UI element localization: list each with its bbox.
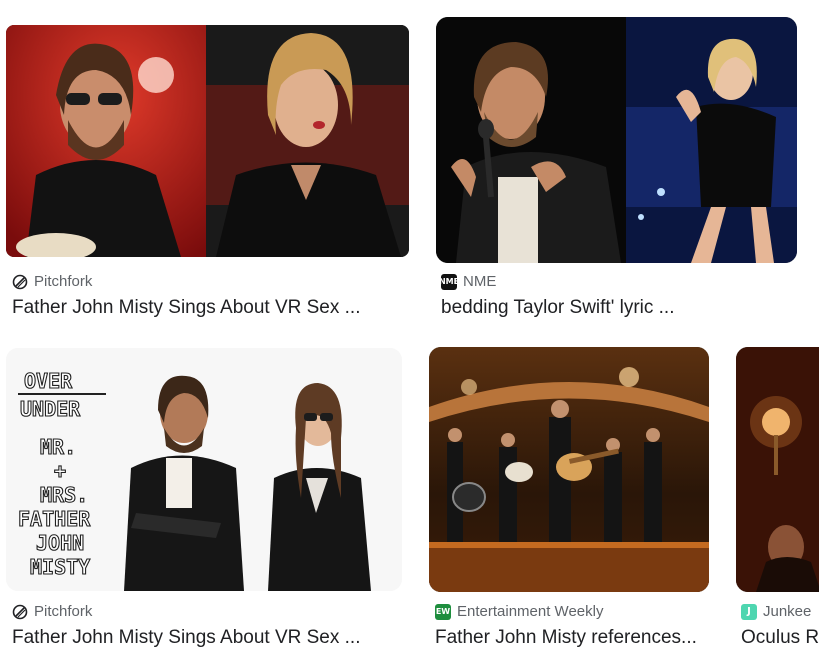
- result-title[interactable]: bedding Taylor Swift' lyric ...: [441, 297, 801, 319]
- result-card[interactable]: Pitchfork Father John Misty Sings About …: [0, 0, 420, 330]
- result-thumbnail[interactable]: [436, 17, 797, 263]
- thumb-text: +: [54, 459, 66, 483]
- thumbnail-image: [6, 25, 409, 257]
- thumb-text: FATHER: [18, 507, 91, 531]
- result-title[interactable]: Father John Misty Sings About VR Sex ...: [12, 297, 412, 319]
- result-thumbnail[interactable]: OVER UNDER MR. + MRS. FATHER JOHN MISTY: [6, 348, 402, 591]
- result-title[interactable]: Father John Misty references...: [435, 627, 710, 649]
- result-source: Pitchfork: [12, 603, 92, 620]
- thumbnail-image: [429, 347, 709, 592]
- thumbnail-image: [436, 17, 797, 263]
- result-title[interactable]: Oculus R: [741, 627, 819, 649]
- nme-icon: NME: [439, 273, 459, 290]
- result-card[interactable]: EW Entertainment Weekly Father John Mist…: [425, 340, 720, 667]
- result-source: NME NME: [439, 273, 497, 290]
- result-source: Pitchfork: [12, 273, 92, 290]
- pitchfork-icon: [12, 604, 28, 620]
- result-thumbnail[interactable]: [6, 25, 409, 257]
- thumb-text: MRS.: [40, 483, 88, 507]
- source-label: Pitchfork: [34, 273, 93, 290]
- result-card[interactable]: NME NME bedding Taylor Swift' lyric ...: [430, 0, 810, 330]
- result-card[interactable]: J Junkee Oculus R: [730, 340, 819, 667]
- thumb-text: OVER: [24, 369, 73, 393]
- result-card[interactable]: OVER UNDER MR. + MRS. FATHER JOHN MISTY: [0, 340, 420, 667]
- result-thumbnail[interactable]: [736, 347, 819, 592]
- pitchfork-icon: [12, 274, 28, 290]
- result-source: EW Entertainment Weekly: [435, 603, 603, 620]
- result-source: J Junkee: [741, 603, 811, 620]
- junkee-icon: J: [741, 603, 757, 620]
- result-title[interactable]: Father John Misty Sings About VR Sex ...: [12, 627, 412, 649]
- source-label: Junkee: [763, 603, 812, 620]
- thumbnail-image: [736, 347, 819, 592]
- source-label: Pitchfork: [34, 603, 93, 620]
- source-label: Entertainment Weekly: [457, 603, 604, 620]
- result-thumbnail[interactable]: [429, 347, 709, 592]
- ew-icon: EW: [435, 603, 451, 620]
- thumb-text: JOHN: [36, 531, 84, 555]
- thumb-text: MISTY: [30, 555, 90, 579]
- thumbnail-image: OVER UNDER MR. + MRS. FATHER JOHN MISTY: [6, 348, 402, 591]
- thumb-text: UNDER: [20, 397, 81, 421]
- source-label: NME: [463, 273, 497, 290]
- thumb-text: MR.: [40, 435, 76, 459]
